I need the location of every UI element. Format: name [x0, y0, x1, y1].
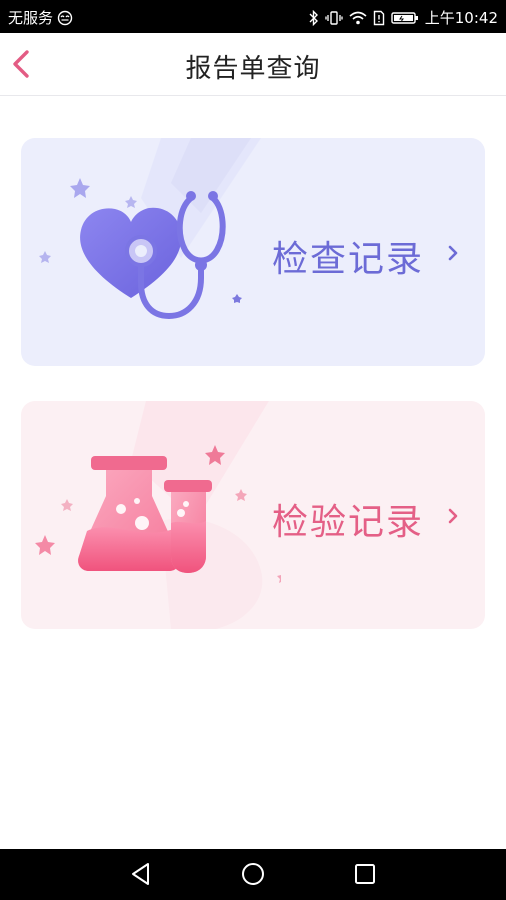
system-nav-bar — [0, 849, 506, 900]
status-bar: 无服务 上午10:42 — [0, 0, 506, 33]
header-bar: 报告单查询 — [0, 33, 506, 96]
page-title: 报告单查询 — [185, 54, 321, 84]
clock: 上午10:42 — [424, 9, 498, 27]
carrier-label: 无服务 — [8, 9, 54, 27]
lab-flask-icon — [35, 401, 281, 629]
test-records-card[interactable]: 检验记录 — [21, 401, 485, 629]
stethoscope-heart-icon — [39, 138, 261, 320]
test-records-label: 检验记录 — [272, 502, 425, 543]
sim-icon — [373, 10, 384, 25]
exam-records-label: 检查记录 — [272, 239, 425, 280]
emoji-icon — [57, 10, 73, 25]
wifi-icon — [349, 11, 367, 24]
chevron-right-icon — [448, 245, 458, 261]
exam-records-card[interactable]: 检查记录 — [21, 138, 485, 366]
home-circle-icon[interactable] — [240, 861, 266, 887]
vibrate-icon — [325, 10, 343, 25]
status-right: 上午10:42 — [309, 7, 498, 28]
chevron-right-icon — [448, 508, 458, 524]
bluetooth-icon — [309, 9, 318, 26]
recents-square-icon[interactable] — [352, 861, 378, 887]
status-left: 无服务 — [8, 7, 73, 28]
back-triangle-icon[interactable] — [128, 861, 154, 887]
battery-icon — [391, 11, 418, 24]
